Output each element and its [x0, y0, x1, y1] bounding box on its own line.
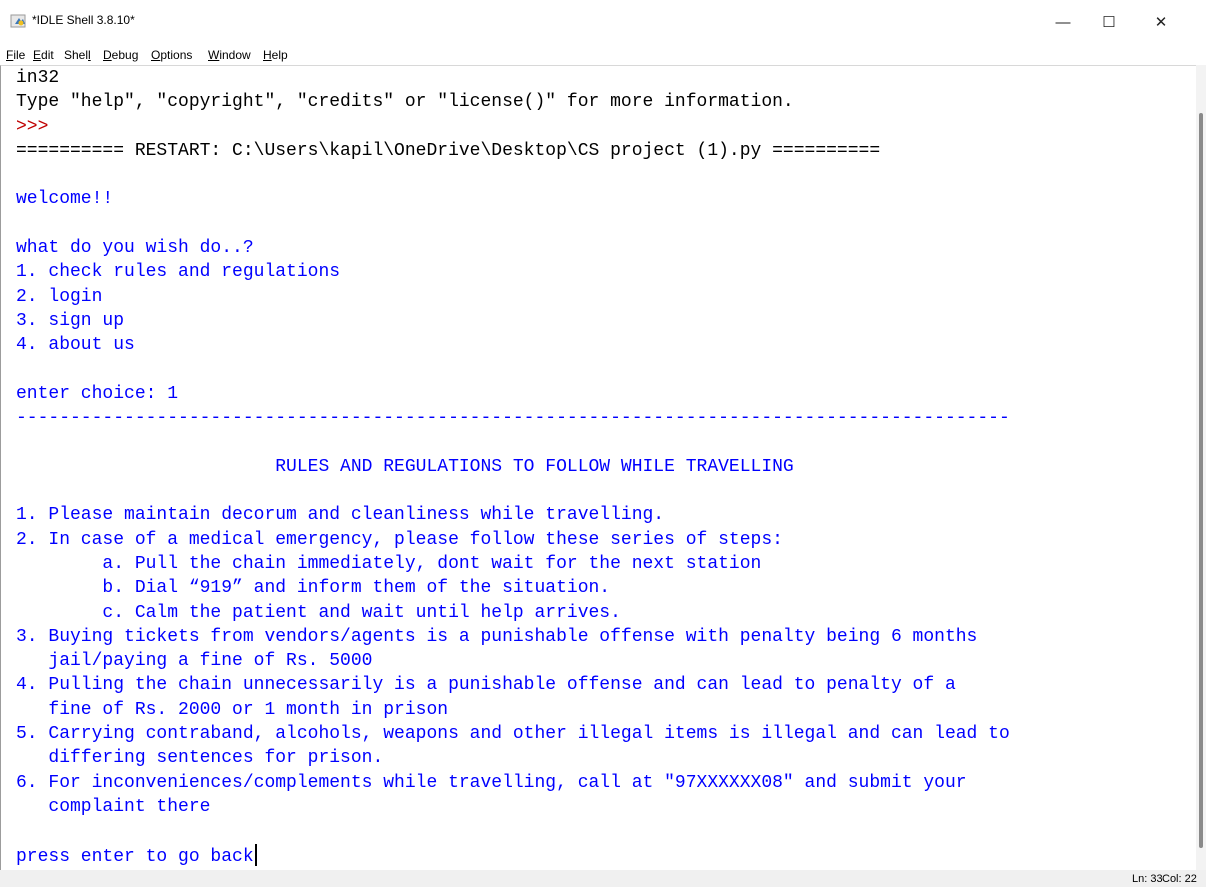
shell-line-text: fine of Rs. 2000 or 1 month in prison	[16, 699, 449, 720]
shell-text-area[interactable]: in32 Type "help", "copyright", "credits" …	[0, 65, 1196, 871]
shell-line-text: b. Dial “919” and inform them of the sit…	[16, 578, 611, 599]
status-bar: Ln: 33 Col: 22	[0, 870, 1206, 887]
shell-line-text: RULES AND REGULATIONS TO FOLLOW WHILE TR…	[16, 456, 794, 477]
shell-line-text: Type "help", "copyright", "credits" or "…	[16, 92, 794, 113]
shell-line	[16, 163, 1010, 187]
shell-line: 2. In case of a medical emergency, pleas…	[16, 528, 1010, 552]
python-idle-icon	[10, 13, 28, 29]
shell-line	[16, 212, 1010, 236]
shell-line: jail/paying a fine of Rs. 5000	[16, 649, 1010, 673]
shell-line: 3. Buying tickets from vendors/agents is…	[16, 625, 1010, 649]
shell-line-text: 4. Pulling the chain unnecessarily is a …	[16, 675, 956, 696]
shell-line-text: ----------------------------------------…	[16, 408, 1010, 429]
shell-line-text: in32	[16, 68, 60, 88]
shell-line: 1. check rules and regulations	[16, 260, 1010, 284]
menu-options[interactable]: Options	[151, 48, 192, 62]
window-title: *IDLE Shell 3.8.10*	[32, 13, 135, 27]
shell-line-text: enter choice:	[16, 383, 168, 404]
shell-line: 4. Pulling the chain unnecessarily is a …	[16, 673, 1010, 697]
close-button[interactable]: ✕	[1138, 0, 1184, 44]
shell-line: complaint there	[16, 795, 1010, 819]
shell-line: ----------------------------------------…	[16, 406, 1010, 430]
shell-line: in32	[16, 66, 1010, 90]
shell-line: ========== RESTART: C:\Users\kapil\OneDr…	[16, 139, 1010, 163]
shell-line-text: 3. sign up	[16, 310, 125, 331]
line-number: Ln: 33	[1132, 873, 1163, 885]
user-input-choice: 1	[167, 383, 179, 404]
shell-line: welcome!!	[16, 187, 1010, 211]
shell-line-text: press enter to go back	[16, 846, 254, 867]
close-icon: ✕	[1154, 14, 1168, 31]
shell-line-text: what do you wish do..?	[16, 238, 254, 259]
minimize-icon: —	[1055, 13, 1071, 31]
minimize-button[interactable]: —	[1040, 0, 1086, 44]
shell-line	[16, 430, 1010, 454]
text-cursor	[254, 843, 257, 866]
shell-line-text: 2. login	[16, 286, 103, 307]
shell-line-text: jail/paying a fine of Rs. 5000	[16, 651, 373, 672]
shell-line-text: 4. about us	[16, 335, 135, 356]
menu-file[interactable]: File	[6, 48, 25, 62]
shell-line-text: a. Pull the chain immediately, dont wait…	[16, 553, 762, 574]
shell-line-text: 1. check rules and regulations	[16, 262, 341, 283]
shell-line: 4. about us	[16, 333, 1010, 357]
shell-line: b. Dial “919” and inform them of the sit…	[16, 576, 1010, 600]
shell-line-text: 6. For inconveniences/complements while …	[16, 772, 967, 793]
shell-line-text: 2. In case of a medical emergency, pleas…	[16, 529, 783, 550]
shell-line: c. Calm the patient and wait until help …	[16, 601, 1010, 625]
scrollbar-thumb[interactable]	[1199, 113, 1203, 848]
shell-line: 3. sign up	[16, 309, 1010, 333]
menu-window[interactable]: Window	[208, 48, 251, 62]
shell-line: >>>	[16, 115, 1010, 139]
title-bar: *IDLE Shell 3.8.10* — ☐ ✕	[0, 0, 1206, 44]
menu-help[interactable]: Help	[263, 48, 288, 62]
shell-line-text: complaint there	[16, 796, 211, 817]
shell-line-text: c. Calm the patient and wait until help …	[16, 602, 621, 623]
shell-line: Type "help", "copyright", "credits" or "…	[16, 90, 1010, 114]
shell-line	[16, 819, 1010, 843]
shell-line: 5. Carrying contraband, alcohols, weapon…	[16, 722, 1010, 746]
menu-shell[interactable]: Shell	[64, 48, 91, 62]
shell-line-text: welcome!!	[16, 189, 114, 210]
maximize-button[interactable]: ☐	[1086, 0, 1132, 44]
shell-line: a. Pull the chain immediately, dont wait…	[16, 552, 1010, 576]
shell-line-text: 5. Carrying contraband, alcohols, weapon…	[16, 724, 1010, 745]
shell-line: enter choice: 1	[16, 382, 1010, 406]
shell-line: press enter to go back	[16, 843, 1010, 868]
menu-edit[interactable]: Edit	[33, 48, 54, 62]
shell-line: RULES AND REGULATIONS TO FOLLOW WHILE TR…	[16, 455, 1010, 479]
maximize-icon: ☐	[1102, 14, 1116, 31]
vertical-scrollbar[interactable]	[1196, 65, 1206, 870]
shell-line	[16, 479, 1010, 503]
shell-prompt: >>>	[16, 116, 60, 137]
shell-line: fine of Rs. 2000 or 1 month in prison	[16, 698, 1010, 722]
shell-line	[16, 358, 1010, 382]
menu-bar: File Edit Shell Debug Options Window Hel…	[0, 44, 1206, 65]
shell-line-text: ========== RESTART: C:\Users\kapil\OneDr…	[16, 140, 881, 161]
shell-line-text: differing sentences for prison.	[16, 748, 384, 769]
shell-line-text: 1. Please maintain decorum and cleanline…	[16, 505, 665, 526]
shell-line: 2. login	[16, 285, 1010, 309]
shell-line: differing sentences for prison.	[16, 746, 1010, 770]
shell-output: in32 Type "help", "copyright", "credits" …	[16, 66, 1010, 868]
shell-line: what do you wish do..?	[16, 236, 1010, 260]
shell-line: 6. For inconveniences/complements while …	[16, 771, 1010, 795]
shell-line-text: 3. Buying tickets from vendors/agents is…	[16, 626, 978, 647]
shell-line: 1. Please maintain decorum and cleanline…	[16, 503, 1010, 527]
menu-debug[interactable]: Debug	[103, 48, 138, 62]
column-number: Col: 22	[1162, 873, 1197, 885]
